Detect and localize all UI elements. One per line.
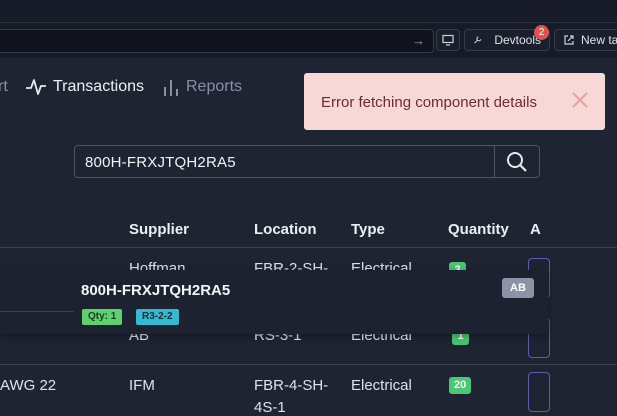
location-cell-line2: 4S-1 (254, 399, 286, 416)
nav-item-transactions[interactable]: Transactions (25, 77, 144, 97)
search-input[interactable]: 800H-FRXJTQH2RA5 (74, 145, 540, 178)
location-cell: FBR-4-SH- (254, 377, 329, 394)
nav-item-partial[interactable]: rt (0, 78, 8, 96)
header-type[interactable]: Type (351, 221, 385, 238)
browser-toolbar: → Devtools 2 New ta (0, 0, 617, 58)
row-action-button[interactable] (528, 372, 550, 412)
error-toast: Error fetching component details (304, 73, 605, 130)
toolbar-divider (0, 22, 617, 23)
type-cell: Electrical (351, 377, 412, 394)
quantity-badge: 20 (449, 377, 472, 394)
header-quantity[interactable]: Quantity (448, 221, 509, 238)
search-icon (507, 151, 527, 172)
external-link-icon (564, 35, 574, 45)
part-cell: AWG 22 (0, 377, 57, 394)
search-result-item[interactable]: 800H-FRXJTQH2RA5 Qty: 1 R3-2-2 (0, 270, 548, 334)
supplier-cell: IFM (129, 377, 155, 394)
result-title: 800H-FRXJTQH2RA5 (81, 282, 231, 299)
arrow-right-icon[interactable]: → (412, 33, 425, 48)
search-button[interactable] (494, 146, 539, 177)
nav-label-transactions: Transactions (53, 78, 144, 95)
new-tab-label: New ta (581, 33, 617, 47)
activity-icon (26, 79, 46, 95)
bar-chart-icon (164, 80, 178, 96)
nav-label-reports: Reports (186, 78, 243, 95)
quantity-tag: Qty: 1 (82, 309, 123, 325)
devtools-badge: 2 (534, 25, 549, 40)
location-tag: R3-2-2 (136, 309, 179, 325)
new-tab-button[interactable]: New ta (554, 29, 617, 51)
header-actions[interactable]: A (530, 221, 541, 238)
header-supplier[interactable]: Supplier (129, 221, 189, 238)
row-divider (0, 364, 617, 365)
toast-message: Error fetching component details (321, 94, 537, 111)
screen-button[interactable] (436, 29, 460, 51)
supplier-avatar: AB (502, 278, 534, 298)
address-bar[interactable]: → (0, 29, 434, 53)
wrench-icon (474, 36, 482, 44)
nav-item-reports[interactable]: Reports (162, 77, 242, 97)
monitor-icon (442, 34, 454, 46)
close-icon[interactable] (571, 91, 589, 109)
header-divider (0, 247, 617, 248)
row-divider (0, 311, 74, 312)
search-value: 800H-FRXJTQH2RA5 (85, 154, 236, 171)
header-location[interactable]: Location (254, 221, 317, 238)
